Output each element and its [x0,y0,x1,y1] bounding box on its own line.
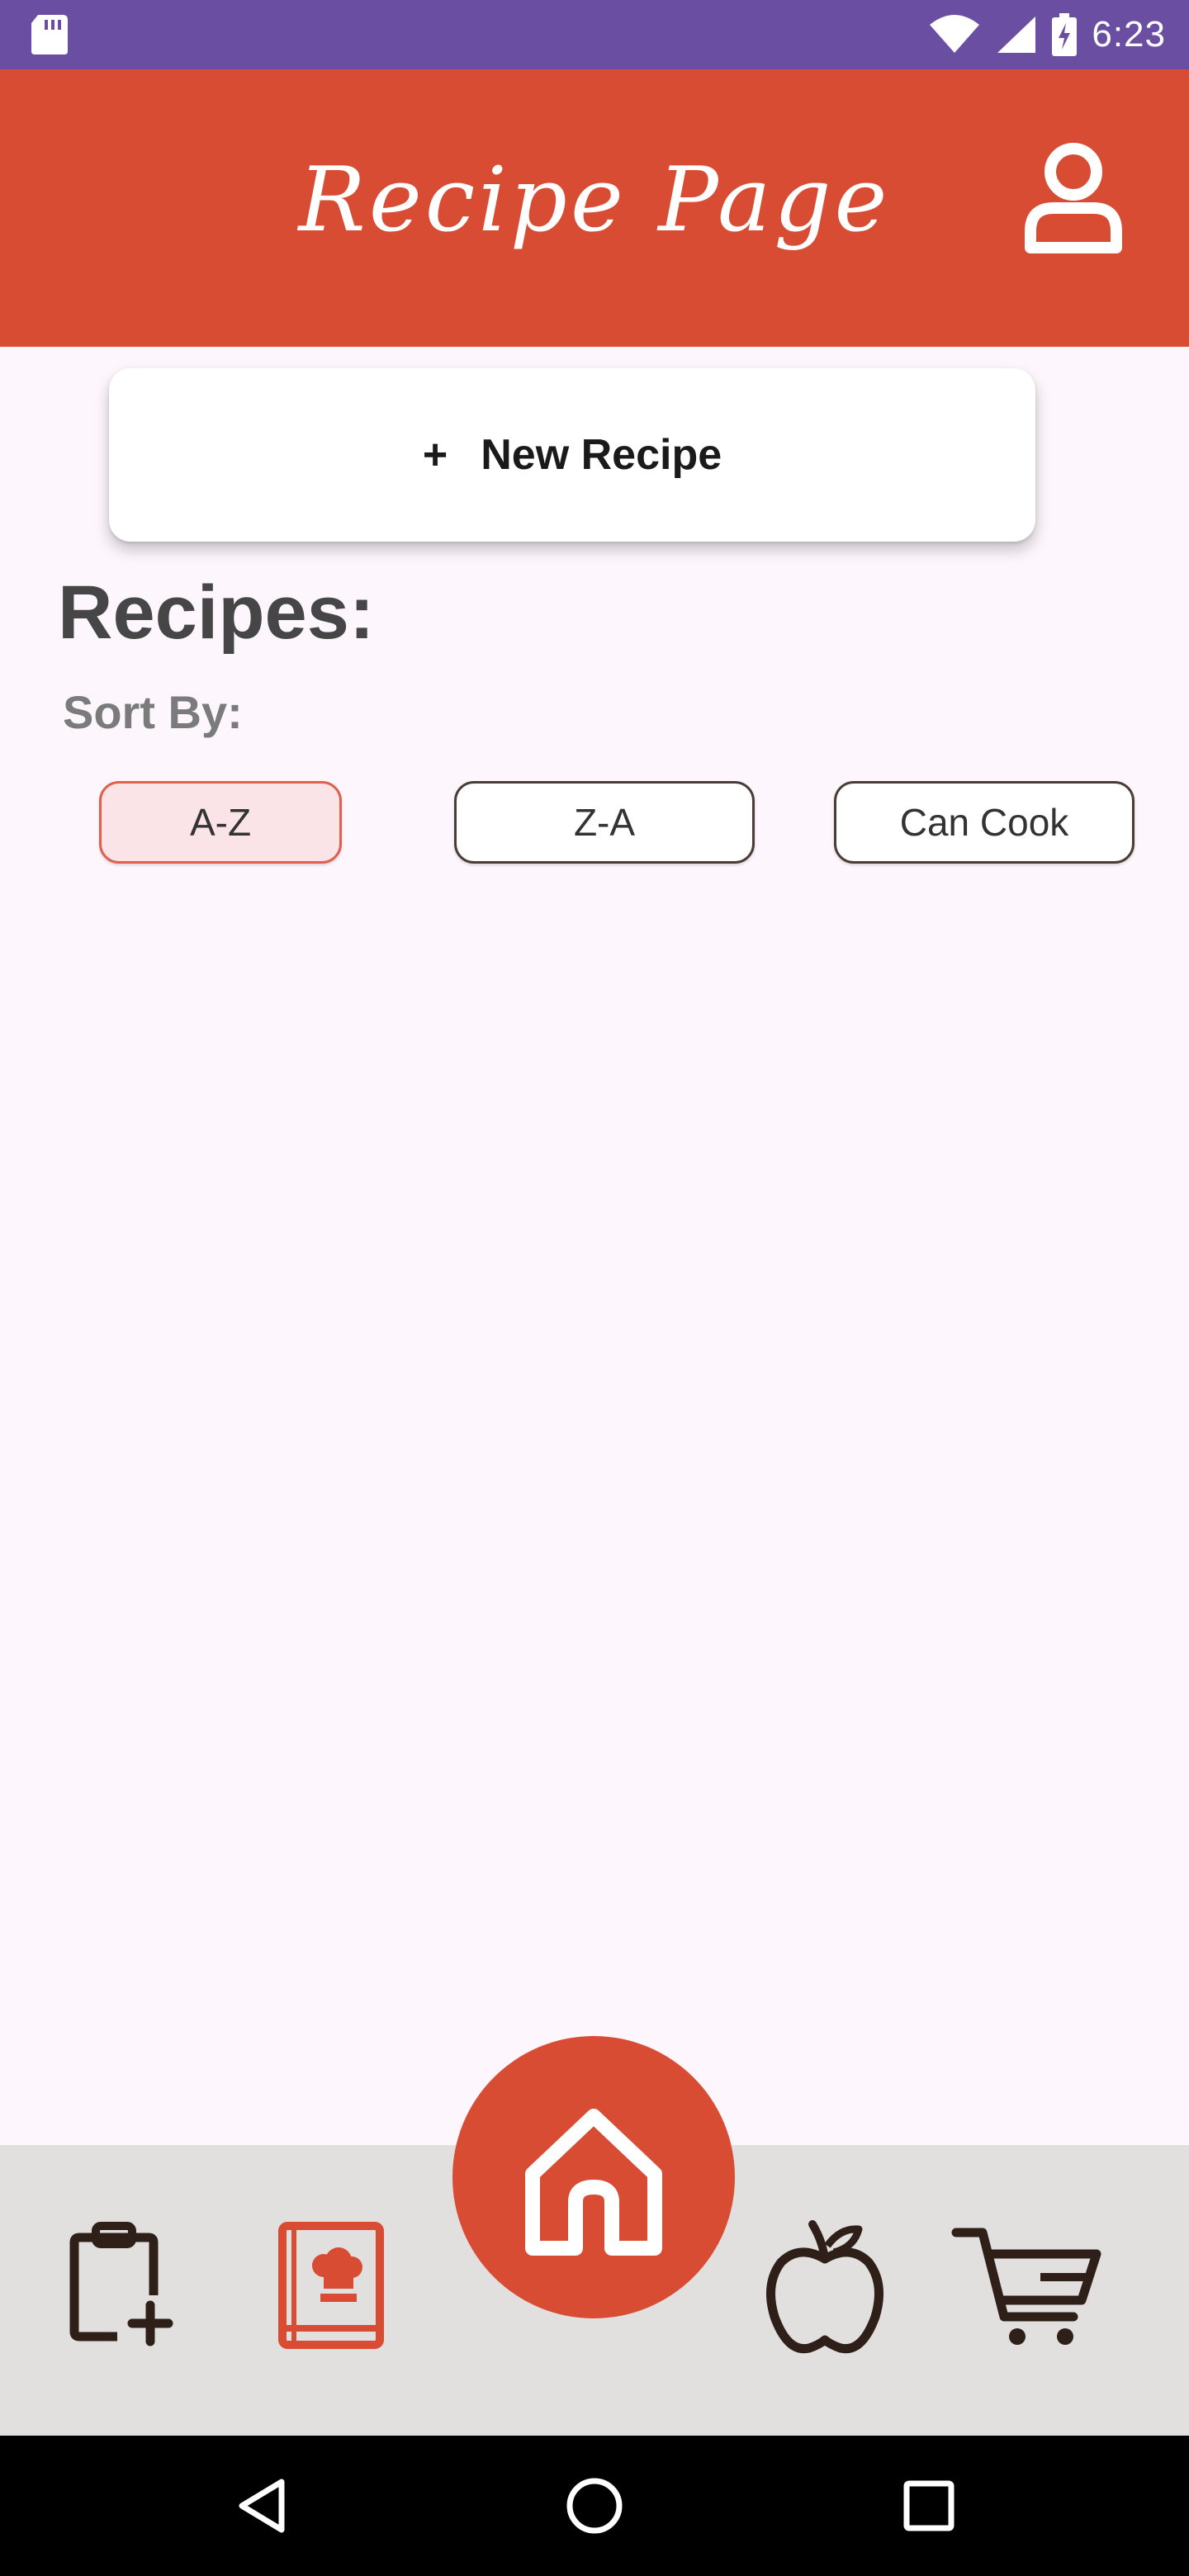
app-header: Recipe Page [0,69,1189,347]
system-home-button[interactable] [537,2436,652,2576]
apple-icon [766,2220,883,2354]
recipes-heading: Recipes: [58,571,375,655]
battery-charging-icon [1052,13,1078,56]
page-title: Recipe Page [298,149,891,252]
cell-signal-icon [997,17,1036,53]
home-circle-icon [566,2478,623,2534]
system-nav-bar [0,2436,1189,2576]
sort-can-cook-button[interactable]: Can Cook [834,781,1135,864]
nav-recipes[interactable] [277,2221,385,2354]
system-recents-button[interactable] [871,2436,987,2576]
nav-ingredients[interactable] [763,2216,887,2361]
nav-shopping-cart[interactable] [950,2221,1106,2357]
nav-add-list[interactable] [66,2219,182,2356]
back-icon [239,2479,285,2533]
status-bar: 6:23 [0,0,1189,69]
home-icon [525,2109,662,2256]
sort-a-z-button[interactable]: A-Z [99,781,342,864]
new-recipe-label: New Recipe [481,431,722,479]
clipboard-plus-icon [69,2222,173,2346]
new-recipe-button[interactable]: + New Recipe [109,368,1035,542]
cookbook-icon [278,2222,384,2349]
system-back-button[interactable] [205,2436,320,2576]
status-time: 6:23 [1092,14,1166,54]
sd-card-icon [31,15,68,54]
plus-icon: + [422,431,448,479]
sort-by-label: Sort By: [63,686,243,738]
shopping-cart-icon [951,2228,1101,2345]
recents-icon [903,2480,955,2531]
sort-z-a-button[interactable]: Z-A [454,781,755,864]
home-button[interactable] [452,2036,735,2318]
profile-button[interactable] [1021,139,1126,263]
wifi-icon [930,15,980,53]
person-icon [1025,143,1122,253]
